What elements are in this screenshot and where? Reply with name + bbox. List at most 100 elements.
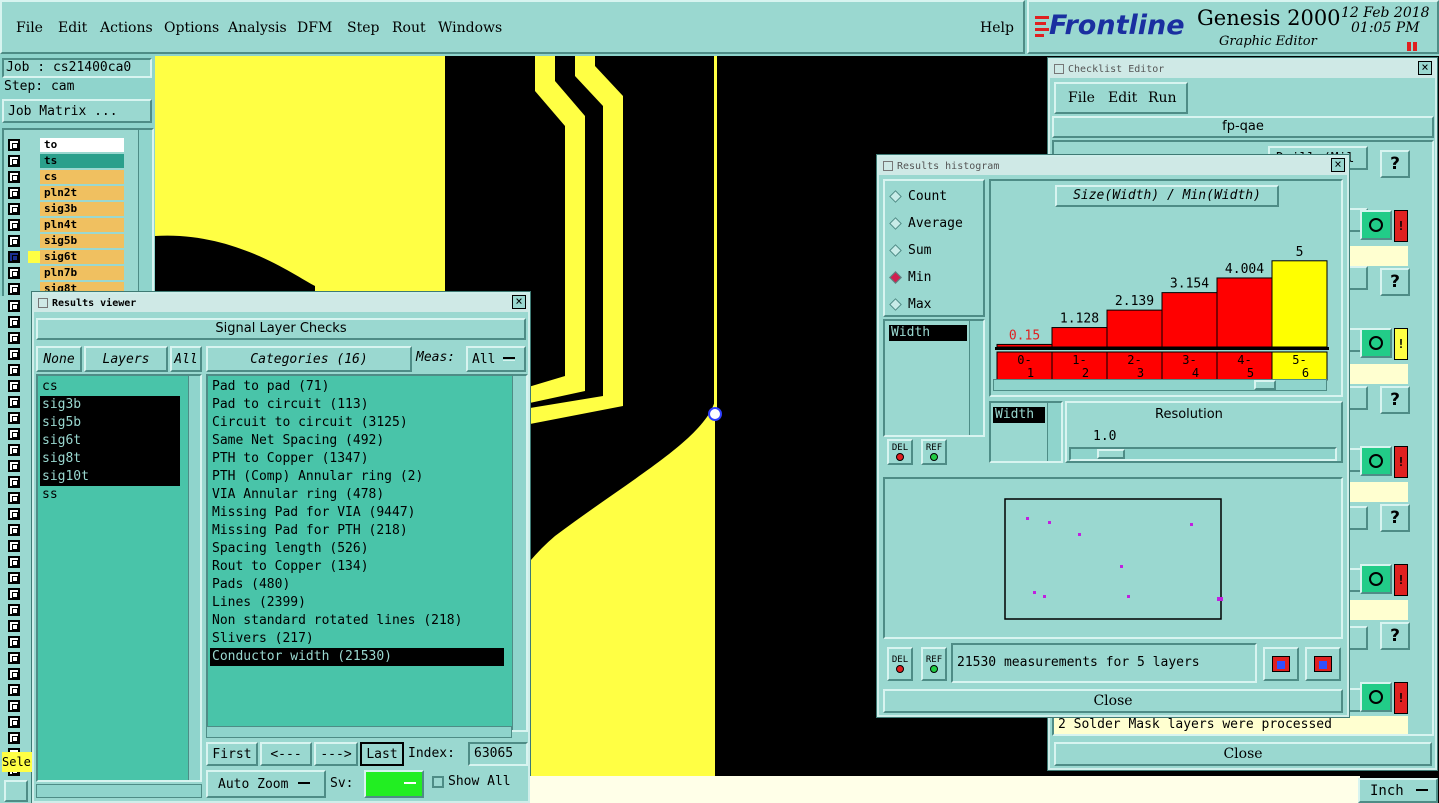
help-icon[interactable]: ? (1380, 504, 1410, 532)
category-item[interactable]: Circuit to circuit (3125) (210, 414, 504, 432)
menu-file[interactable]: File (16, 20, 43, 36)
close-icon[interactable]: × (512, 295, 526, 309)
histogram-titlebar[interactable]: Results histogram (879, 157, 1347, 175)
layer-checkbox[interactable] (8, 267, 20, 279)
category-item[interactable]: Non standard rotated lines (218) (210, 612, 504, 630)
magnifier-icon[interactable] (1360, 446, 1392, 476)
thumb-ref-button[interactable]: REF (921, 647, 947, 681)
layer-list-item[interactable]: sig6t (40, 432, 180, 450)
layer-checkbox[interactable] (8, 139, 20, 151)
layer-name[interactable]: sig5b (40, 234, 124, 248)
aggregate-option-count[interactable]: Count (889, 187, 947, 205)
menu-options[interactable]: Options (164, 20, 219, 36)
layer-checkbox[interactable] (8, 556, 20, 568)
checklist-menu-edit[interactable]: Edit (1108, 90, 1137, 106)
histogram-bar[interactable] (996, 343, 1053, 348)
close-icon[interactable]: × (1418, 61, 1432, 75)
layer-checkbox[interactable] (8, 524, 20, 536)
layer-checkbox[interactable] (8, 460, 20, 472)
layer-checkbox[interactable] (8, 476, 20, 488)
layer-checkbox[interactable] (8, 444, 20, 456)
last-button[interactable]: Last (360, 742, 404, 766)
select-button[interactable]: Sele (2, 752, 32, 772)
magnifier-icon[interactable] (1360, 328, 1392, 358)
del-button[interactable]: DEL (887, 439, 913, 465)
units-select[interactable]: Inch (1358, 778, 1438, 803)
layer-name[interactable]: pln4t (40, 218, 124, 232)
window-menu-icon[interactable] (883, 161, 893, 171)
category-item[interactable]: PTH (Comp) Annular ring (2) (210, 468, 504, 486)
layer-name[interactable]: pln2t (40, 186, 124, 200)
job-matrix-button[interactable]: Job Matrix ... (2, 99, 152, 123)
resize-corner-icon[interactable] (4, 780, 28, 802)
layer-list-item[interactable]: sig10t (40, 468, 180, 486)
magnifier-icon[interactable] (1360, 564, 1392, 594)
layer-checkbox[interactable] (8, 540, 20, 552)
all-button[interactable]: All (170, 346, 202, 372)
layer-checkbox[interactable] (8, 380, 20, 392)
category-item[interactable]: Missing Pad for VIA (9447) (210, 504, 504, 522)
layer-checkbox[interactable] (8, 235, 20, 247)
layer-row[interactable]: sig8t (8, 282, 124, 296)
layer-list-item[interactable]: sig3b (40, 396, 180, 414)
layer-name[interactable]: sig3b (40, 202, 124, 216)
menu-help[interactable]: Help (980, 20, 1014, 36)
zoom-out-result-button[interactable] (1305, 647, 1341, 681)
category-item[interactable]: VIA Annular ring (478) (210, 486, 504, 504)
category-item[interactable]: Pad to pad (71) (210, 378, 504, 396)
help-icon[interactable]: ? (1380, 622, 1410, 650)
layer-name[interactable]: to (40, 138, 124, 152)
magnifier-icon[interactable] (1360, 210, 1392, 240)
measure-list[interactable]: Width (883, 319, 985, 437)
window-menu-icon[interactable] (38, 298, 48, 308)
show-all-checkbox[interactable] (432, 776, 444, 788)
resolution-list[interactable]: Width (989, 401, 1063, 463)
layer-row[interactable]: sig6t (8, 250, 124, 264)
next-button[interactable]: ---> (314, 742, 358, 766)
layer-checkbox[interactable] (8, 316, 20, 328)
layer-row[interactable]: pln7b (8, 266, 124, 280)
category-item[interactable]: Conductor width (21530) (210, 648, 504, 666)
aggregate-option-sum[interactable]: Sum (889, 241, 931, 259)
layer-checkbox[interactable] (8, 732, 20, 744)
categories-scrollbar[interactable] (512, 376, 526, 730)
histogram-bar[interactable] (1051, 327, 1108, 348)
layer-checkbox[interactable] (8, 171, 20, 183)
layer-checkbox[interactable] (8, 396, 20, 408)
layer-checkbox[interactable] (8, 364, 20, 376)
category-item[interactable]: Pad to circuit (113) (210, 396, 504, 414)
layer-name[interactable]: cs (40, 170, 124, 184)
layer-checkbox[interactable] (8, 300, 20, 312)
none-button[interactable]: None (36, 346, 82, 372)
layer-checkbox[interactable] (8, 412, 20, 424)
layer-checkbox[interactable] (8, 508, 20, 520)
sv-color-select[interactable] (364, 770, 424, 798)
layer-checkbox[interactable] (8, 620, 20, 632)
category-item[interactable]: Slivers (217) (210, 630, 504, 648)
layer-checkbox[interactable] (8, 428, 20, 440)
menu-windows[interactable]: Windows (438, 20, 502, 36)
layer-row[interactable]: pln2t (8, 186, 124, 200)
layer-checkbox[interactable] (8, 588, 20, 600)
layer-list-hscrollbar[interactable] (36, 784, 202, 798)
histogram-bar[interactable] (1106, 309, 1163, 348)
layer-name[interactable]: sig6t (40, 250, 124, 264)
help-icon[interactable]: ? (1380, 268, 1410, 296)
category-item[interactable]: Lines (2399) (210, 594, 504, 612)
results-viewer-titlebar[interactable]: Results viewer (34, 294, 528, 312)
layer-checkbox[interactable] (8, 636, 20, 648)
layers-button[interactable]: Layers (84, 346, 168, 372)
aggregate-option-min[interactable]: Min (889, 268, 931, 286)
aggregate-option-average[interactable]: Average (889, 214, 963, 232)
layer-row[interactable]: sig5b (8, 234, 124, 248)
ref-button[interactable]: REF (921, 439, 947, 465)
category-item[interactable]: Missing Pad for PTH (218) (210, 522, 504, 540)
layer-name[interactable]: pln7b (40, 266, 124, 280)
menu-edit[interactable]: Edit (58, 20, 87, 36)
checklist-titlebar[interactable]: Checklist Editor (1050, 60, 1435, 78)
layer-list-item[interactable]: ss (40, 486, 180, 504)
histogram-close-button[interactable]: Close (883, 689, 1343, 713)
category-item[interactable]: Spacing length (526) (210, 540, 504, 558)
layer-checkbox[interactable] (8, 716, 20, 728)
category-item[interactable]: PTH to Copper (1347) (210, 450, 504, 468)
